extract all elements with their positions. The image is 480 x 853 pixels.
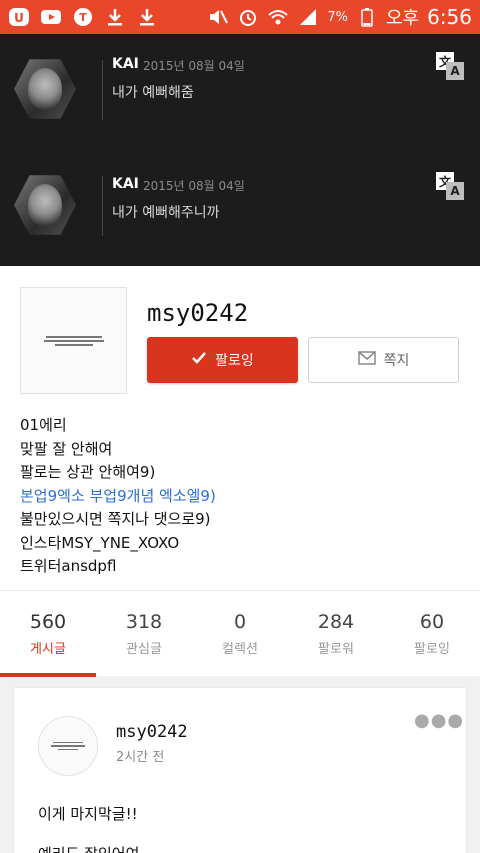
profile-bio: 01에리 맞팔 잘 안해여 팔로는 상관 안해여9) 본업9엑소 부업9개념 엑…	[20, 414, 216, 579]
youtube-icon	[40, 7, 62, 27]
post-line: 이게 마지막글!!	[38, 805, 138, 823]
tab-posts[interactable]: 560 게시글	[0, 591, 96, 677]
tab-count: 318	[125, 611, 163, 633]
translate-icon[interactable]: 文A	[436, 172, 464, 200]
translate-icon[interactable]: 文A	[436, 52, 464, 80]
tab-collections[interactable]: 0 컬렉션	[192, 591, 288, 677]
alarm-icon	[237, 7, 259, 27]
bio-line: 맞팔 잘 안해여	[20, 439, 113, 458]
svg-text:T: T	[79, 11, 87, 24]
tab-label: 관심글	[126, 642, 162, 657]
message-button[interactable]: 쪽지	[308, 337, 459, 383]
profile-tabs: 560 게시글 318 관심글 0 컬렉션 284 팔로워 60 팔로잉	[0, 590, 480, 677]
tab-label: 컬렉션	[222, 642, 258, 657]
bio-line: 불만있으시면 쪽지나 댓으로9)	[20, 510, 211, 528]
tab-count: 560	[29, 611, 67, 633]
dark-post[interactable]: KAI 2015년 08월 04일 내가 예뻐해주니까 文A	[0, 164, 480, 274]
message-button-label: 쪽지	[383, 353, 410, 369]
post-date: 2015년 08월 04일	[143, 59, 245, 73]
more-options-icon[interactable]: ●●●	[414, 710, 464, 731]
following-button[interactable]: 팔로잉	[147, 337, 298, 383]
post-body: 이게 마지막글!! 예리도 잘있어여	[38, 794, 139, 853]
post-author: KAI	[112, 176, 139, 192]
download-icon	[104, 7, 126, 27]
profile-image[interactable]	[20, 287, 127, 394]
post-time: 2시간 전	[116, 750, 165, 765]
uplus-icon: U	[8, 7, 30, 27]
post-text: 내가 예뻐해주니까	[112, 205, 220, 221]
post-author: KAI	[112, 56, 139, 72]
divider	[102, 176, 103, 236]
tab-count: 60	[419, 611, 445, 633]
tab-label: 팔로워	[318, 642, 354, 657]
post-date: 2015년 08월 04일	[143, 179, 245, 193]
tab-followers[interactable]: 284 팔로워	[288, 591, 384, 677]
tab-label: 게시글	[30, 642, 66, 657]
bio-line: 인스타MSY_YNE_XOXO	[20, 533, 180, 552]
tab-following[interactable]: 60 팔로잉	[384, 591, 480, 677]
divider	[102, 60, 103, 120]
post-text: 내가 예뻐해줌	[112, 85, 194, 101]
envelope-icon	[357, 351, 376, 369]
author-avatar[interactable]	[14, 59, 76, 119]
svg-text:U: U	[14, 11, 24, 25]
profile-section: msy0242 팔로잉 쪽지 01에리 맞팔 잘 안해여 팔로는 상관 안해여9…	[0, 266, 480, 590]
tab-count: 284	[317, 611, 355, 633]
active-tab-indicator	[0, 673, 96, 677]
tab-label: 팔로잉	[414, 642, 450, 657]
mute-icon	[207, 7, 229, 27]
bio-line: 팔로는 상관 안해여9)	[20, 463, 156, 481]
post-avatar[interactable]	[38, 716, 98, 776]
bio-link[interactable]: 본업9엑소 부업9개념 엑소엘9)	[20, 485, 216, 509]
author-avatar[interactable]	[14, 175, 76, 235]
download-icon	[136, 7, 158, 27]
post-line: 예리도 잘있어여	[38, 834, 139, 853]
battery-icon	[356, 7, 378, 27]
status-bar: U T 7% 오후 6:56	[0, 0, 480, 34]
dark-post[interactable]: KAI 2015년 08월 04일 내가 예뻐해줌 文A	[0, 44, 480, 154]
app-t-icon: T	[72, 7, 94, 27]
post-username[interactable]: msy0242	[116, 722, 188, 742]
profile-username: msy0242	[147, 299, 249, 327]
following-button-label: 팔로잉	[215, 353, 254, 369]
clock-ampm: 오후	[385, 8, 420, 29]
clock-time: 6:56	[427, 5, 472, 29]
tab-count: 0	[233, 611, 247, 633]
dark-post-pane: KAI 2015년 08월 04일 내가 예뻐해줌 文A KAI 2015년 0…	[0, 34, 480, 266]
tab-interests[interactable]: 318 관심글	[96, 591, 192, 677]
bio-line: 01에리	[20, 416, 67, 434]
wifi-icon	[267, 7, 289, 27]
signal-icon	[297, 7, 319, 27]
bio-line: 트위터ansdpfl	[20, 557, 117, 575]
check-icon	[191, 351, 207, 369]
battery-text: 7%	[327, 9, 348, 25]
post-card[interactable]: msy0242 2시간 전 ●●● 이게 마지막글!! 예리도 잘있어여	[14, 688, 466, 853]
